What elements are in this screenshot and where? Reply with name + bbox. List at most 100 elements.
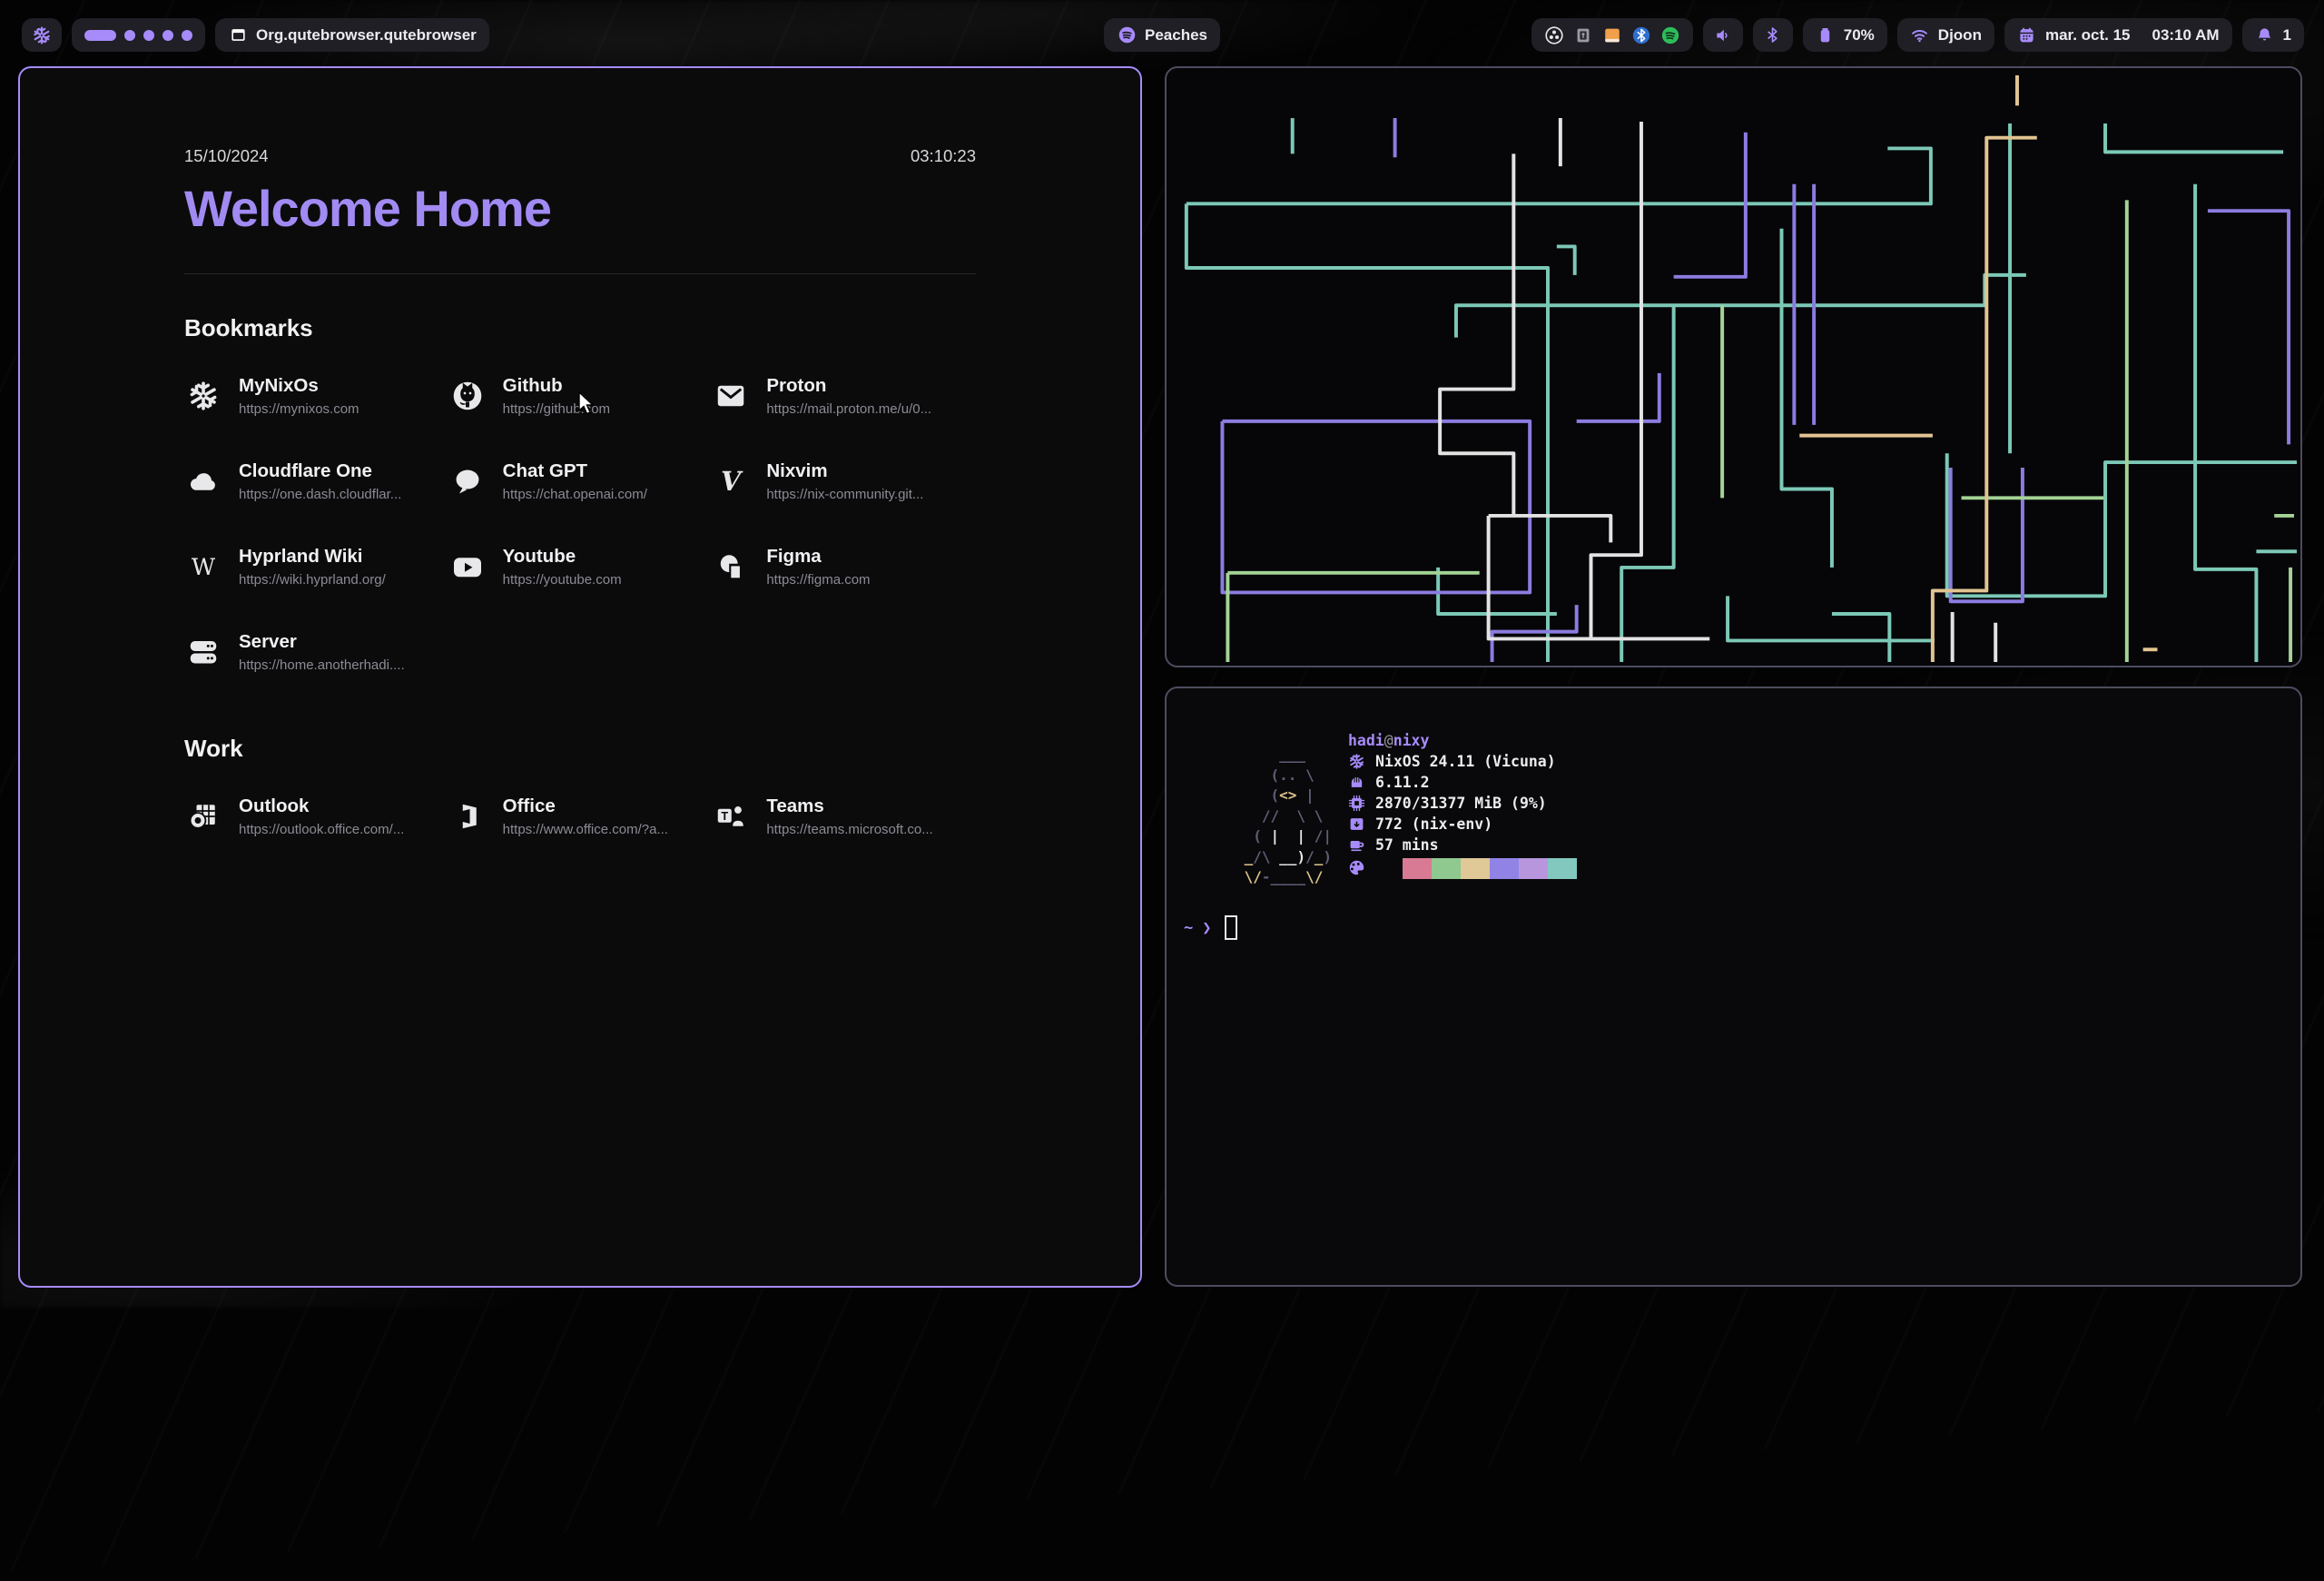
keepassxc-tray-icon[interactable]: [1573, 25, 1593, 45]
bookmark-office[interactable]: Officehttps://www.office.com/?a...: [448, 774, 713, 859]
wifi-icon: [1910, 25, 1930, 45]
fetch-terminal-window[interactable]: ___ (.. \ (<> | // \ \ ( | | /| _/\ __)/…: [1165, 687, 2302, 1287]
bookmark-teams[interactable]: T Teams https://teams.microsoft.co...: [712, 774, 976, 859]
pipe-segment: [1728, 596, 1935, 640]
app-launcher-button[interactable]: [22, 18, 62, 52]
notification-count-label: 1: [2283, 26, 2291, 44]
page-title: Welcome Home: [184, 181, 976, 237]
bookmark-nixvim[interactable]: V Nixvimhttps://nix-community.git...: [712, 439, 976, 524]
spotify-tray-icon[interactable]: [1660, 25, 1680, 45]
bookmark-name: Youtube: [503, 546, 622, 568]
battery-widget[interactable]: 70%: [1803, 18, 1887, 52]
bookmark-url: https://home.anotherhadi....: [239, 657, 405, 673]
workspace-dot[interactable]: [162, 30, 173, 41]
pipes-terminal-window[interactable]: [1165, 66, 2302, 667]
bookmark-url: https://mail.proton.me/u/0...: [766, 401, 931, 417]
network-widget[interactable]: Djoon: [1897, 18, 1994, 52]
bookmark-chat-gpt[interactable]: Chat GPThttps://chat.openai.com/: [448, 439, 713, 524]
bookmark-name: Proton: [766, 375, 931, 397]
pipe-segment: [2195, 184, 2256, 662]
battery-percent-label: 70%: [1844, 26, 1875, 44]
bookmark-name: Cloudflare One: [239, 460, 401, 482]
svg-text:V: V: [721, 465, 743, 496]
palette-swatch: [1519, 858, 1548, 879]
bookmark-text: Server https://home.anotherhadi....: [239, 631, 405, 673]
workspace-dot[interactable]: [182, 30, 192, 41]
fastfetch-row-uptime: 57 mins: [1348, 835, 1577, 855]
bookmark-text: Teams https://teams.microsoft.co...: [766, 795, 932, 837]
workspaces-widget[interactable]: [72, 18, 205, 52]
workspace-dot[interactable]: [143, 30, 154, 41]
fastfetch-host: nixy: [1393, 732, 1430, 749]
qutebrowser-startpage-window[interactable]: 15/10/2024 03:10:23 Welcome Home Bookmar…: [18, 66, 1142, 1288]
bookmark-url: https://teams.microsoft.co...: [766, 822, 932, 837]
nix-icon: [184, 377, 222, 415]
fastfetch-row-nix: NixOS 24.11 (Vicuna): [1348, 751, 1577, 772]
bluetooth-manager-tray-icon[interactable]: [1631, 25, 1651, 45]
pipe-segment: [1781, 229, 1831, 568]
window-icon: [228, 25, 248, 45]
bookmark-proton[interactable]: Proton https://mail.proton.me/u/0...: [712, 353, 976, 439]
bookmark-mynixos[interactable]: MyNixOshttps://mynixos.com: [184, 353, 448, 439]
fastfetch-row-kernel: 6.11.2: [1348, 772, 1577, 793]
active-window-title-pill[interactable]: Org.qutebrowser.qutebrowser: [215, 18, 489, 52]
pipe-segment: [1557, 246, 1575, 274]
bookmark-figma[interactable]: Figmahttps://figma.com: [712, 524, 976, 609]
bookmark-name: Office: [503, 795, 668, 817]
bookmark-text: Figmahttps://figma.com: [766, 546, 870, 588]
packages-icon: [1348, 815, 1375, 833]
pipe-segment: [1591, 122, 1641, 638]
bookmark-server[interactable]: Server https://home.anotherhadi....: [184, 609, 448, 695]
media-player-widget[interactable]: Peaches: [1104, 18, 1220, 52]
fastfetch-value: 772 (nix-env): [1375, 814, 1492, 835]
bookmark-url: https://mynixos.com: [239, 401, 359, 417]
bookmark-hyprland-wiki[interactable]: WHyprland Wikihttps://wiki.hyprland.org/: [184, 524, 448, 609]
bookmark-text: Nixvimhttps://nix-community.git...: [766, 460, 923, 502]
bookmark-name: Server: [239, 631, 405, 653]
bell-icon: [2255, 25, 2275, 45]
section-heading-work: Work: [184, 735, 976, 763]
bookmark-text: Cloudflare Onehttps://one.dash.cloudflar…: [239, 460, 401, 502]
workspace-dot[interactable]: [124, 30, 135, 41]
statusbar-left: Org.qutebrowser.qutebrowser: [22, 18, 489, 52]
nix-icon: [1348, 753, 1375, 770]
obs-tray-icon[interactable]: [1544, 25, 1564, 45]
bookmark-text: Githubhttps://github.com: [503, 375, 610, 417]
startpage-content: 15/10/2024 03:10:23 Welcome Home Bookmar…: [184, 146, 976, 859]
pipe-segment: [1577, 373, 1659, 421]
bookmark-text: Chat GPThttps://chat.openai.com/: [503, 460, 647, 502]
teams-icon: T: [712, 797, 750, 835]
bookmark-text: MyNixOshttps://mynixos.com: [239, 375, 359, 417]
notifications-widget[interactable]: 1: [2242, 18, 2304, 52]
bookmark-grid: Outlookhttps://outlook.office.com/...Off…: [184, 774, 976, 859]
bookmark-github[interactable]: Githubhttps://github.com: [448, 353, 713, 439]
clock-widget[interactable]: mar. oct. 15 03:10 AM: [2004, 18, 2232, 52]
fastfetch-user: hadi: [1348, 732, 1384, 749]
statusbar-right: 70% Djoon mar. oct. 15 03:10 AM 1: [1531, 18, 2304, 52]
workspace-active-indicator[interactable]: [84, 30, 116, 41]
pipe-segment: [1947, 453, 2297, 596]
bookmark-cloudflare-one[interactable]: Cloudflare Onehttps://one.dash.cloudflar…: [184, 439, 448, 524]
bookmark-name: Teams: [766, 795, 932, 817]
fastfetch-rows: NixOS 24.11 (Vicuna)6.11.22870/31377 MiB…: [1348, 751, 1577, 855]
files-orange-tray-icon[interactable]: [1602, 25, 1622, 45]
bookmark-url: https://nix-community.git...: [766, 487, 923, 502]
memory-icon: [1348, 795, 1375, 812]
pipe-segment: [1621, 305, 1673, 662]
bookmark-youtube[interactable]: Youtube https://youtube.com: [448, 524, 713, 609]
bluetooth-widget[interactable]: [1753, 18, 1793, 52]
office-icon: [448, 797, 487, 835]
wiki-icon: W: [184, 548, 222, 586]
bookmark-name: Chat GPT: [503, 460, 647, 482]
statusbar-center: Peaches: [1104, 18, 1220, 52]
bookmark-url: https://youtube.com: [503, 572, 622, 588]
date-label: mar. oct. 15: [2045, 26, 2131, 44]
palette-swatch: [1403, 858, 1432, 879]
media-track-label: Peaches: [1145, 26, 1207, 44]
fastfetch-at: @: [1384, 732, 1393, 749]
ascii-penguin-art: ___ (.. \ (<> | // \ \ ( | | /| _/\ __)/…: [1236, 745, 1332, 888]
volume-widget[interactable]: [1703, 18, 1743, 52]
pipe-segment: [1222, 421, 1530, 593]
system-tray: [1531, 18, 1693, 52]
bookmark-outlook[interactable]: Outlookhttps://outlook.office.com/...: [184, 774, 448, 859]
